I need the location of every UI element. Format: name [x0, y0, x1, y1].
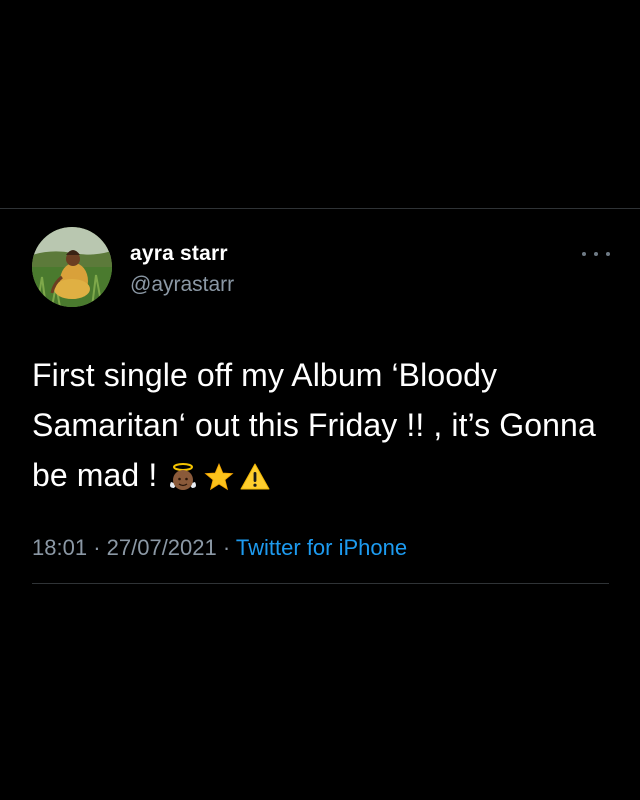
meta-separator: · [222, 535, 231, 560]
baby-angel-icon [170, 463, 197, 490]
dot [606, 252, 610, 256]
avatar[interactable] [32, 227, 112, 307]
dot [582, 252, 586, 256]
tweet-card[interactable]: ayra starr @ayrastarr First single off m… [0, 209, 640, 609]
user-handle[interactable]: @ayrastarr [130, 273, 234, 297]
warning-icon [240, 463, 270, 490]
tweet-body: First single off my Album ‘Bloody Samari… [32, 357, 596, 493]
tweet-text: First single off my Album ‘Bloody Samari… [32, 350, 617, 500]
tweet-metadata: 18:01 · 27/07/2021 · Twitter for iPhone [32, 535, 407, 561]
tweet-time[interactable]: 18:01 [32, 535, 87, 560]
emoji-row [168, 462, 270, 492]
tweet-date[interactable]: 27/07/2021 [107, 535, 217, 560]
meta-separator: · [93, 535, 101, 560]
display-name[interactable]: ayra starr [130, 242, 228, 266]
dot [594, 252, 598, 256]
more-options-icon[interactable] [582, 247, 610, 261]
star-icon [204, 462, 234, 491]
tweet-source-link[interactable]: Twitter for iPhone [236, 535, 407, 560]
profile-photo [32, 227, 112, 307]
bottom-divider [32, 583, 609, 584]
